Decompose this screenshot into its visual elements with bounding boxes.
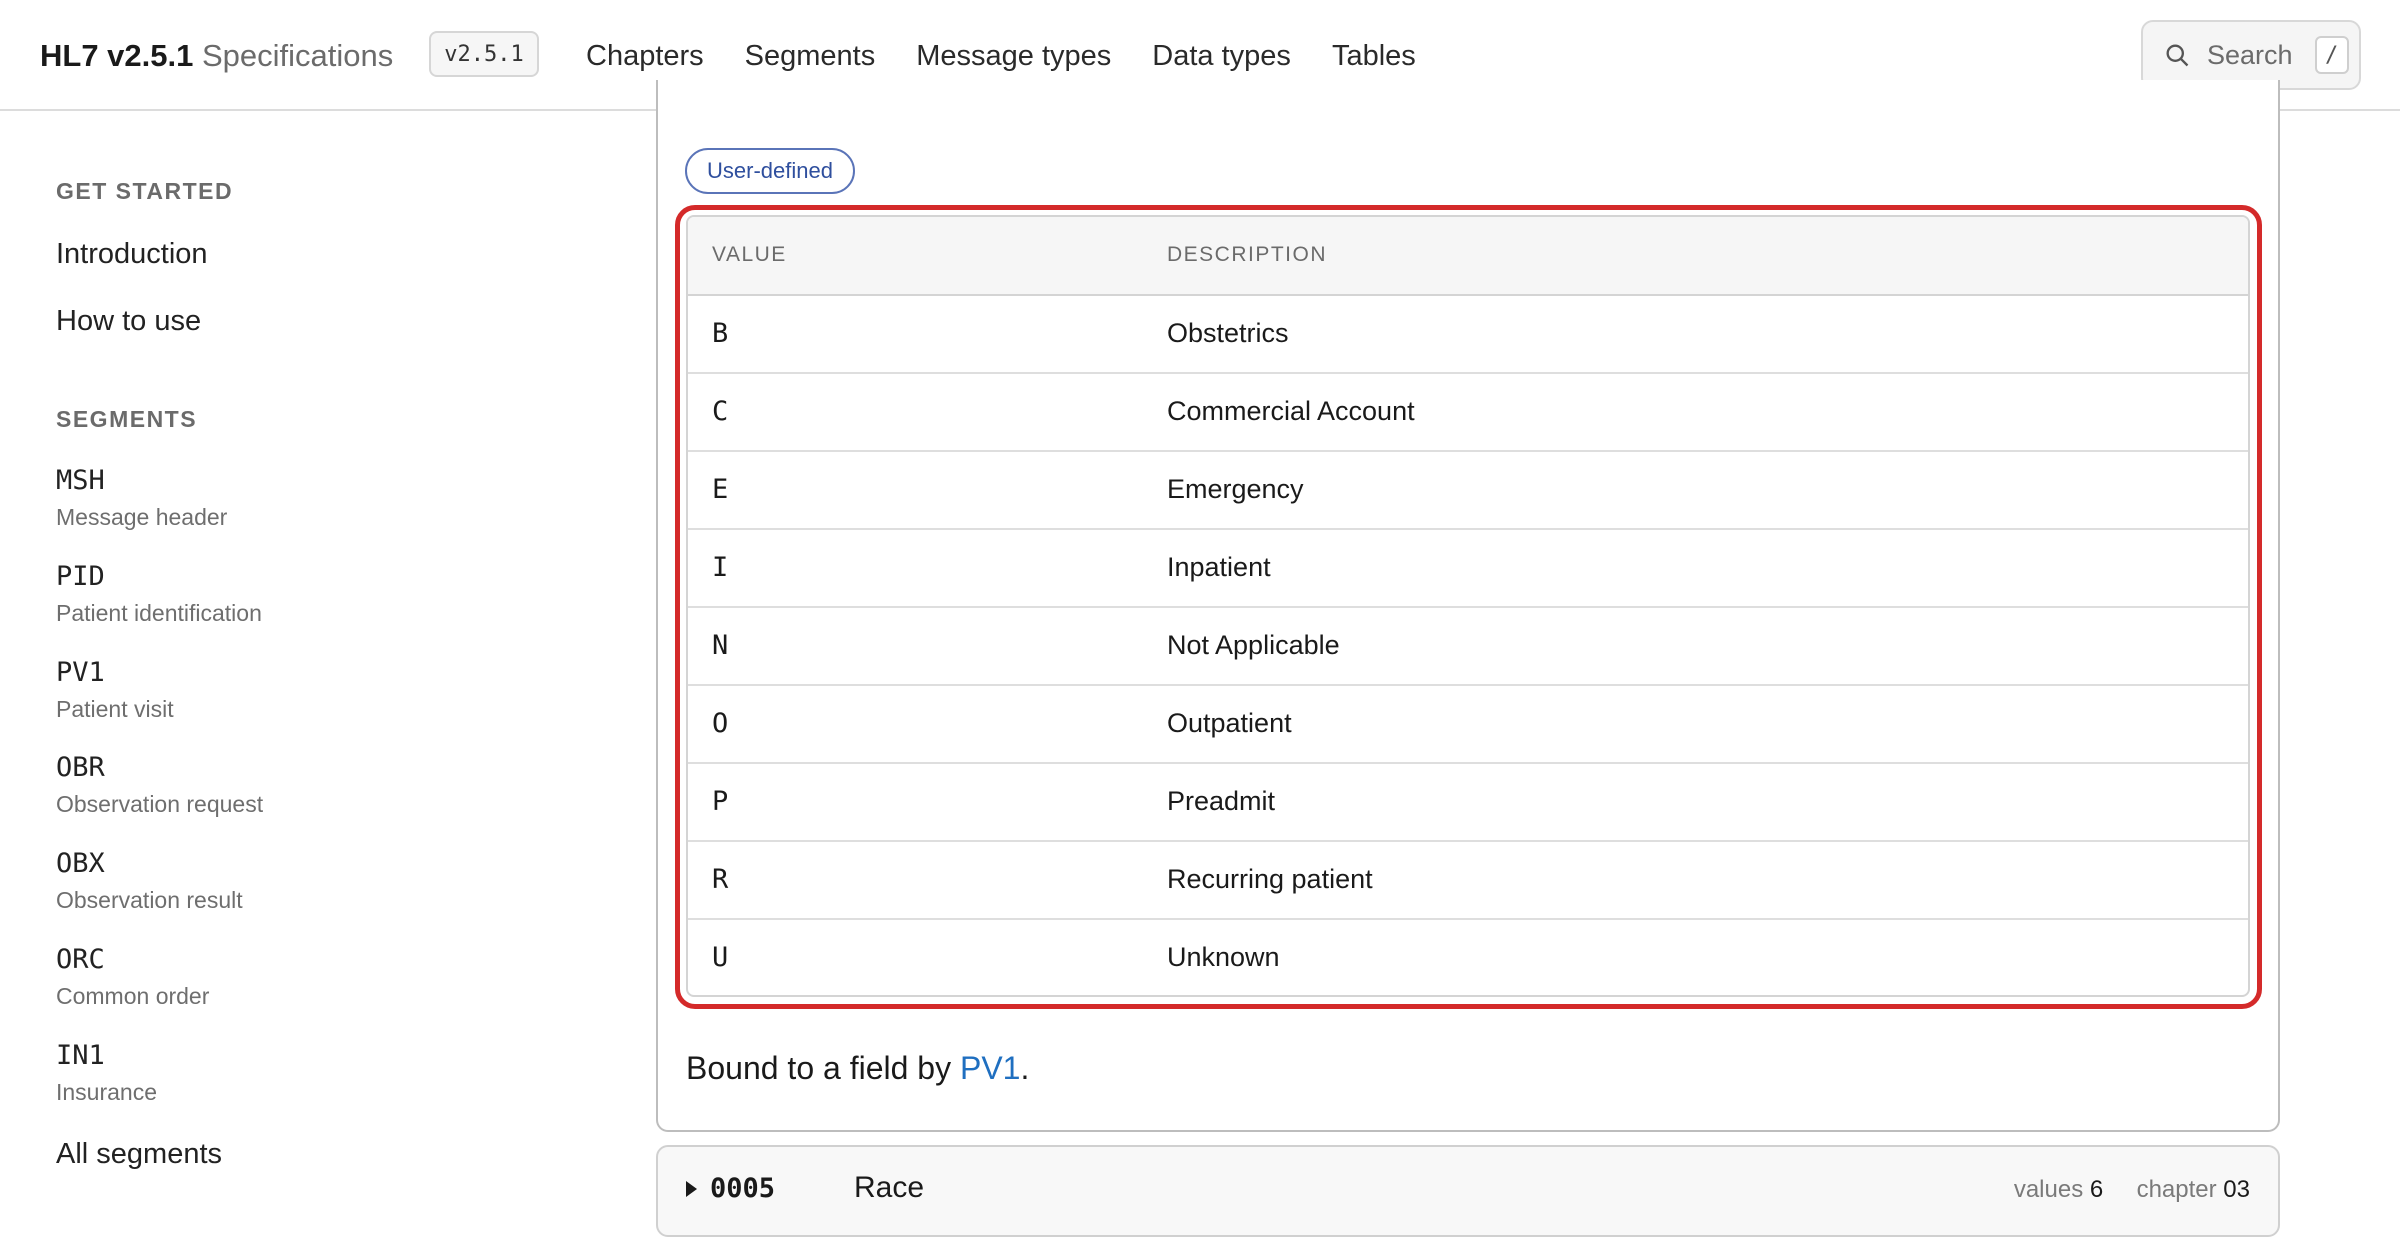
expand-triangle-icon[interactable] [686, 1181, 697, 1197]
values-count: 6 [2089, 1176, 2104, 1203]
segment-code: PID [56, 561, 105, 592]
segment-desc: Patient visit [56, 696, 174, 722]
segment-desc: Insurance [56, 1079, 158, 1105]
row-value: O [712, 708, 729, 739]
segment-desc: Observation result [56, 887, 243, 913]
brand[interactable]: HL7 v2.5.1 Specifications [40, 36, 393, 76]
version-badge[interactable]: v2.5.1 [429, 31, 539, 77]
table-row: R Recurring patient [688, 842, 2248, 920]
user-defined-badge: User-defined [685, 148, 855, 194]
row-value: N [712, 630, 729, 661]
main-nav: Chapters Segments Message types Data typ… [586, 36, 1416, 76]
bound-field-note: Bound to a field by PV1. [686, 1050, 1029, 1087]
segment-desc: Patient identification [56, 600, 262, 626]
sidebar-item-all-segments[interactable]: All segments [56, 1138, 222, 1171]
row-value: B [712, 318, 729, 349]
pv1-link[interactable]: PV1 [960, 1050, 1020, 1086]
sidebar-item-introduction[interactable]: Introduction [56, 238, 208, 271]
segment-code: PV1 [56, 657, 105, 688]
search-label: Search [2207, 39, 2293, 70]
table-row: E Emergency [688, 452, 2248, 530]
bound-suffix: . [1020, 1050, 1030, 1086]
row-value: R [712, 864, 729, 895]
row-description: Recurring patient [1167, 864, 1373, 894]
table-row: P Preadmit [688, 764, 2248, 842]
values-table: VALUE DESCRIPTION B Obstetrics C Commerc… [686, 215, 2250, 997]
column-header-description: DESCRIPTION [1167, 243, 1328, 266]
segment-code: ORC [56, 944, 105, 975]
row-description: Unknown [1167, 942, 1280, 972]
sidebar-item-how-to-use[interactable]: How to use [56, 305, 201, 338]
chapter-number: 03 [2223, 1176, 2250, 1203]
row-description: Inpatient [1167, 552, 1271, 582]
table-header: VALUE DESCRIPTION [688, 217, 2248, 296]
table-code: 0005 [710, 1173, 776, 1204]
row-description: Not Applicable [1167, 630, 1340, 660]
table-row: O Outpatient [688, 686, 2248, 764]
sidebar-item-obx[interactable]: OBX Observation result [56, 847, 243, 915]
row-description: Outpatient [1167, 708, 1292, 738]
sidebar-item-pv1[interactable]: PV1 Patient visit [56, 656, 174, 724]
nav-chapters[interactable]: Chapters [586, 36, 704, 76]
chapter-label: chapter [2136, 1176, 2217, 1203]
table-row: N Not Applicable [688, 608, 2248, 686]
row-description: Commercial Account [1167, 396, 1415, 426]
table-card-0005[interactable]: 0005 Race values 6 chapter 03 [656, 1145, 2280, 1237]
segment-code: OBR [56, 752, 105, 783]
row-value: C [712, 396, 729, 427]
row-value: E [712, 474, 729, 505]
sidebar-item-orc[interactable]: ORC Common order [56, 943, 209, 1011]
segment-desc: Common order [56, 983, 210, 1009]
sidebar-item-in1[interactable]: IN1 Insurance [56, 1039, 157, 1107]
nav-data-types[interactable]: Data types [1152, 36, 1291, 76]
segment-code: IN1 [56, 1040, 105, 1071]
sidebar-item-obr[interactable]: OBR Observation request [56, 751, 263, 819]
table-meta: values 6 chapter 03 [2014, 1176, 2250, 1204]
table-row: C Commercial Account [688, 374, 2248, 452]
search-icon [2166, 44, 2189, 67]
row-value: P [712, 786, 729, 817]
brand-name: HL7 v2.5.1 [40, 38, 194, 73]
bound-prefix: Bound to a field by [686, 1050, 960, 1086]
segment-code: MSH [56, 465, 105, 496]
nav-message-types[interactable]: Message types [916, 36, 1111, 76]
column-header-value: VALUE [712, 243, 787, 266]
values-label: values [2013, 1176, 2084, 1203]
sidebar-section-segments: SEGMENTS [56, 406, 198, 432]
sidebar-item-pid[interactable]: PID Patient identification [56, 560, 262, 628]
table-row: I Inpatient [688, 530, 2248, 608]
row-value: U [712, 942, 729, 973]
sidebar-section-get-started: GET STARTED [56, 178, 234, 204]
nav-segments[interactable]: Segments [745, 36, 876, 76]
table-row: B Obstetrics [688, 296, 2248, 374]
segment-desc: Observation request [56, 791, 264, 817]
brand-subtitle: Specifications [202, 38, 394, 73]
table-title: Race [854, 1171, 925, 1204]
row-description: Emergency [1167, 474, 1304, 504]
row-value: I [712, 552, 729, 583]
row-description: Obstetrics [1167, 318, 1289, 348]
row-description: Preadmit [1167, 786, 1276, 816]
search-shortcut-key: / [2314, 36, 2349, 74]
segment-code: OBX [56, 848, 105, 879]
nav-tables[interactable]: Tables [1332, 36, 1416, 76]
sidebar-item-msh[interactable]: MSH Message header [56, 464, 227, 532]
table-row: U Unknown [688, 920, 2248, 995]
segment-desc: Message header [56, 504, 228, 530]
